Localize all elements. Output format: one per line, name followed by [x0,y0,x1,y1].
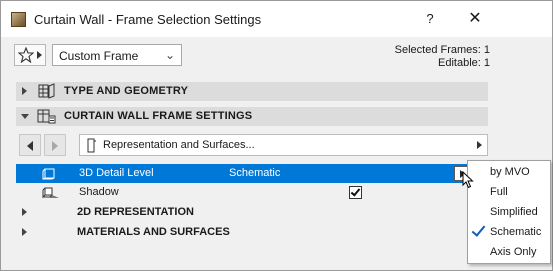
menu-item-label: Schematic [490,226,542,238]
geometry-icon [38,83,55,99]
expand-arrow-icon [22,208,27,216]
panel-page-icon [87,138,96,153]
menu-item-label: Axis Only [490,246,537,258]
title-bar: Curtain Wall - Frame Selection Settings … [1,1,552,37]
menu-item-full[interactable]: Full [468,182,550,202]
row-name: Shadow [79,186,119,198]
close-button[interactable]: ✕ [462,7,488,31]
next-panel-button[interactable] [44,134,66,156]
panel-selector[interactable]: Representation and Surfaces... [79,134,488,156]
row-value: Schematic [229,167,281,179]
selection-info: Selected Frames: 1 Editable: 1 [395,44,490,70]
row-3d-detail-level[interactable]: 3D Detail Level Schematic [16,164,488,183]
mouse-pointer-icon [462,171,474,189]
menu-item-simplified[interactable]: Simplified [468,202,550,222]
section-label: TYPE AND GEOMETRY [64,85,189,97]
chevron-down-icon: ⌄ [164,48,175,62]
window-title: Curtain Wall - Frame Selection Settings [34,12,262,27]
arrow-right-icon [52,141,58,151]
panel-menu-arrow-icon [477,141,482,149]
row-shadow[interactable]: Shadow [16,183,488,202]
editable-count: Editable: 1 [438,57,490,69]
section-label: CURTAIN WALL FRAME SETTINGS [64,110,253,122]
favorites-button[interactable] [14,44,46,66]
menu-item-schematic[interactable]: Schematic [468,222,550,242]
detail-level-popup-menu: by MVO Full Simplified Schematic Axis On… [467,160,551,264]
collapse-arrow-icon [21,114,29,119]
app-icon [11,12,26,27]
panel-navigator: Representation and Surfaces... [16,134,488,156]
favorites-arrow-icon [37,51,42,59]
shadow-checkbox[interactable] [349,186,362,199]
previous-panel-button[interactable] [19,134,41,156]
menu-item-axis-only[interactable]: Axis Only [468,242,550,262]
help-button[interactable]: ? [420,11,440,29]
3d-cube-icon [42,168,55,180]
menu-item-by-mvo[interactable]: by MVO [468,162,550,182]
subsection-2d-representation[interactable]: 2D REPRESENTATION [16,203,488,222]
star-icon [18,47,34,63]
checkmark-icon [350,186,361,197]
panel-title: Representation and Surfaces... [103,139,255,151]
preset-value: Custom Frame [59,49,139,63]
menu-item-label: Full [490,186,508,198]
frame-settings-icon [37,109,56,124]
shadow-icon [42,187,59,199]
section-type-and-geometry[interactable]: TYPE AND GEOMETRY [16,82,488,101]
expand-arrow-icon [22,87,27,95]
subsection-label: MATERIALS AND SURFACES [77,226,230,238]
menu-item-label: by MVO [490,166,530,178]
row-name: 3D Detail Level [79,167,154,179]
section-curtain-wall-frame-settings[interactable]: CURTAIN WALL FRAME SETTINGS [16,107,488,126]
arrow-left-icon [27,141,33,151]
preset-dropdown[interactable]: Custom Frame ⌄ [52,44,182,66]
subsection-materials-and-surfaces[interactable]: MATERIALS AND SURFACES [16,223,488,242]
expand-arrow-icon [22,228,27,236]
subsection-label: 2D REPRESENTATION [77,206,194,218]
checkmark-icon [471,222,486,237]
menu-item-label: Simplified [490,206,538,218]
selected-frames-count: Selected Frames: 1 [394,44,490,56]
